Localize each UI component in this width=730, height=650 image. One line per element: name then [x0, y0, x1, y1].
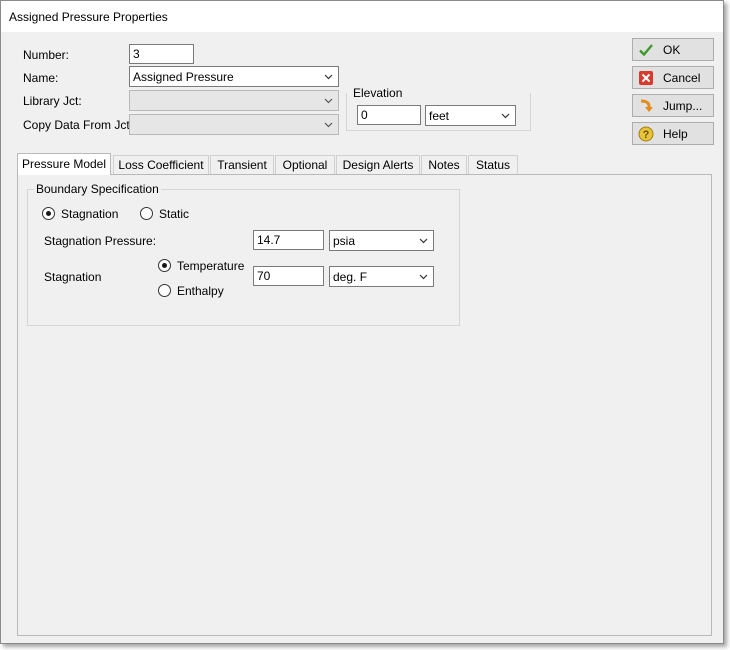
- ok-button[interactable]: OK: [632, 38, 714, 61]
- pressure-unit-value: psia: [333, 234, 356, 248]
- copy-data-label: Copy Data From Jct...: [23, 118, 140, 132]
- check-icon: [639, 44, 653, 57]
- tab-notes[interactable]: Notes: [421, 155, 467, 174]
- temperature-unit-combo[interactable]: deg. F: [329, 266, 434, 287]
- cancel-button[interactable]: Cancel: [632, 66, 714, 89]
- jump-arrow-icon: [640, 99, 653, 112]
- jump-button[interactable]: Jump...: [632, 94, 714, 117]
- enthalpy-option-label: Enthalpy: [177, 284, 224, 298]
- name-value: Assigned Pressure: [133, 70, 234, 84]
- stagnation-option-label: Stagnation: [61, 207, 119, 221]
- number-label: Number:: [23, 48, 70, 62]
- jump-label: Jump...: [663, 99, 703, 113]
- tab-optional[interactable]: Optional: [275, 155, 335, 174]
- chevron-down-icon: [324, 98, 333, 104]
- temperature-radio[interactable]: [158, 259, 171, 272]
- elevation-unit-combo[interactable]: feet: [425, 105, 516, 126]
- properties-window: Assigned Pressure Properties Number: 3 N…: [0, 0, 724, 644]
- cancel-label: Cancel: [663, 71, 701, 85]
- tab-status[interactable]: Status: [468, 155, 518, 174]
- chevron-down-icon: [419, 274, 428, 280]
- chevron-down-icon: [501, 113, 510, 119]
- chevron-down-icon: [419, 238, 428, 244]
- number-input[interactable]: 3: [129, 44, 194, 64]
- x-icon: [639, 71, 653, 85]
- stagnation-label: Stagnation: [44, 270, 102, 284]
- static-option-label: Static: [159, 207, 190, 221]
- boundary-specification-label: Boundary Specification: [34, 182, 161, 196]
- tab-loss-coefficient[interactable]: Loss Coefficient: [113, 155, 209, 174]
- copy-data-combo[interactable]: [129, 114, 339, 135]
- temperature-unit-value: deg. F: [333, 270, 368, 284]
- elevation-unit-value: feet: [429, 109, 450, 123]
- elevation-input[interactable]: 0: [357, 105, 421, 125]
- pressure-unit-combo[interactable]: psia: [329, 230, 434, 251]
- title-bar: Assigned Pressure Properties: [1, 1, 723, 32]
- temperature-option-label: Temperature: [177, 259, 245, 273]
- stagnation-pressure-input[interactable]: 14.7: [253, 230, 324, 250]
- name-combo[interactable]: Assigned Pressure: [129, 66, 339, 87]
- library-jct-label: Library Jct:: [23, 94, 82, 108]
- svg-text:?: ?: [643, 129, 650, 141]
- stagnation-radio[interactable]: [42, 207, 55, 220]
- chevron-down-icon: [324, 122, 333, 128]
- temperature-input[interactable]: 70: [253, 266, 324, 286]
- enthalpy-radio[interactable]: [158, 284, 171, 297]
- tab-pressure-model[interactable]: Pressure Model: [17, 153, 111, 175]
- chevron-down-icon: [324, 74, 333, 80]
- tab-design-alerts[interactable]: Design Alerts: [336, 155, 420, 174]
- library-jct-combo[interactable]: [129, 90, 339, 111]
- elevation-label: Elevation: [353, 86, 403, 100]
- help-label: Help: [663, 127, 688, 141]
- help-icon: ?: [638, 126, 654, 142]
- window-title: Assigned Pressure Properties: [9, 10, 168, 24]
- static-radio[interactable]: [140, 207, 153, 220]
- help-button[interactable]: ? Help: [632, 122, 714, 145]
- tab-transient[interactable]: Transient: [210, 155, 274, 174]
- name-label: Name:: [23, 71, 59, 85]
- stagnation-pressure-label: Stagnation Pressure:: [44, 234, 157, 248]
- pressure-model-panel: Boundary Specification Stagnation Static…: [17, 174, 712, 636]
- ok-label: OK: [663, 43, 681, 57]
